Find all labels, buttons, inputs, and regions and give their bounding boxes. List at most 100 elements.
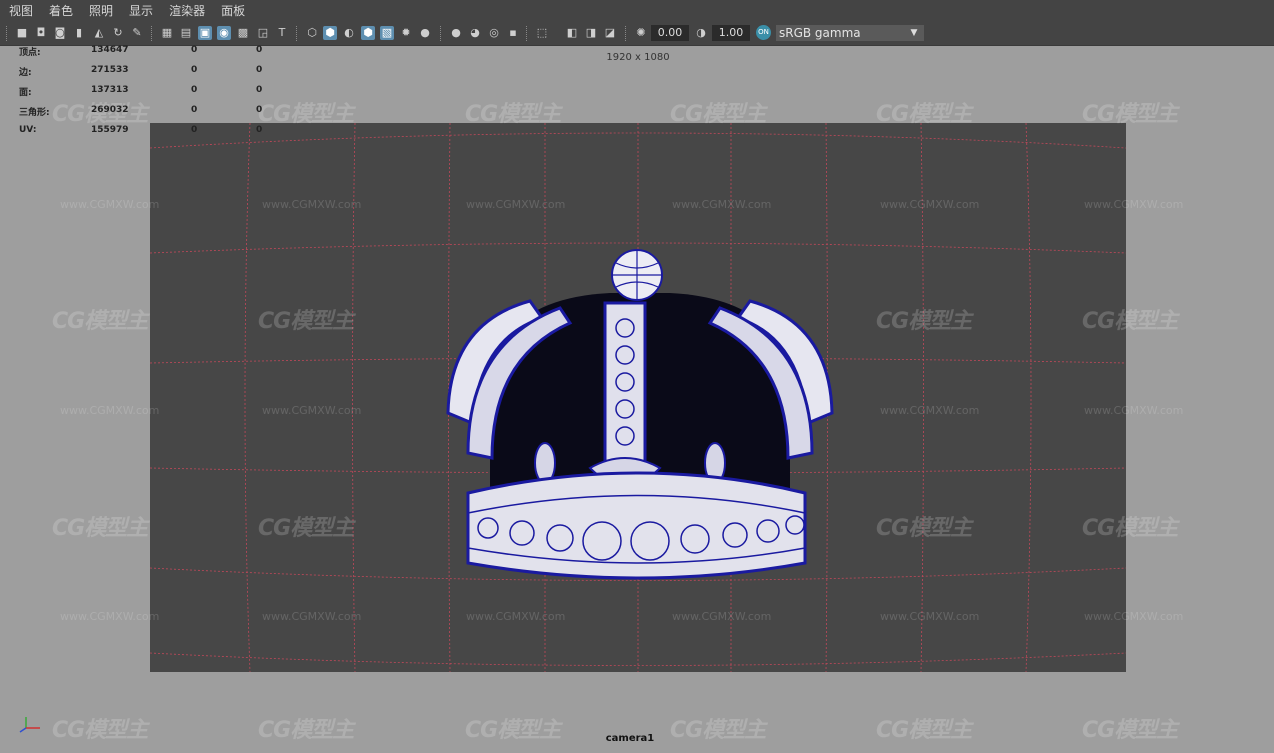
hud-value: 0	[256, 105, 263, 115]
lights-icon[interactable]: ✹	[399, 26, 413, 40]
isolate-icon[interactable]: ⬚	[535, 26, 549, 40]
watermark-logo: CG模型主	[52, 309, 148, 334]
watermark-logo: CG模型主	[465, 718, 561, 743]
xray-icon[interactable]: ◧	[565, 26, 579, 40]
watermark-logo: CG模型主	[258, 309, 354, 334]
watermark-url: www.CGMXW.com	[880, 610, 980, 623]
toolbar-separator	[296, 26, 299, 41]
colorspace-icon[interactable]: ON	[756, 25, 771, 40]
toolbar-separator	[526, 26, 529, 41]
watermark-logo: CG模型主	[258, 718, 354, 743]
depth-of-field-icon[interactable]: ▪	[506, 26, 520, 40]
hud-label-faces: 面:	[19, 88, 32, 98]
gate-mask-icon[interactable]: ◉	[217, 26, 231, 40]
hud-value: 0	[256, 45, 263, 55]
chevron-down-icon[interactable]: ▼	[904, 25, 924, 41]
2d-pan-zoom-icon[interactable]: ↻	[111, 26, 125, 40]
gamma-field[interactable]: 1.00	[712, 25, 750, 41]
watermark-logo: CG模型主	[465, 102, 561, 127]
watermark-url: www.CGMXW.com	[262, 610, 362, 623]
colorspace-dropdown[interactable]: sRGB gamma	[776, 25, 905, 41]
menu-show[interactable]: 显示	[120, 0, 160, 22]
camera-attributes-icon[interactable]: ◘	[34, 26, 48, 40]
wireframe-icon[interactable]: ⬡	[305, 26, 319, 40]
film-gate-icon[interactable]: ▤	[179, 26, 193, 40]
xray-joints-icon[interactable]: ◨	[584, 26, 598, 40]
menu-renderer[interactable]: 渲染器	[160, 0, 212, 22]
menu-shading[interactable]: 着色	[40, 0, 80, 22]
textured-icon[interactable]: ▧	[380, 26, 394, 40]
watermark-url: www.CGMXW.com	[262, 404, 362, 417]
hud-value: 0	[256, 85, 263, 95]
screen-space-ao-icon[interactable]: ●	[449, 26, 463, 40]
toolbar-separator	[625, 26, 628, 41]
crown-model[interactable]	[446, 249, 834, 580]
grid-icon[interactable]: ▦	[160, 26, 174, 40]
watermark-logo: CG模型主	[52, 718, 148, 743]
bookmark-icon[interactable]: ▮	[72, 26, 86, 40]
watermark-logo: CG模型主	[876, 102, 972, 127]
hud-value: 0	[191, 105, 198, 115]
exposure-icon[interactable]: ✺	[634, 26, 648, 40]
hud-value: 137313	[91, 85, 129, 95]
exposure-field[interactable]: 0.00	[651, 25, 689, 41]
watermark-logo: CG模型主	[876, 309, 972, 334]
watermark-url: www.CGMXW.com	[60, 198, 160, 211]
watermark-url: www.CGMXW.com	[60, 404, 160, 417]
motion-blur-icon[interactable]: ◕	[468, 26, 482, 40]
watermark-url: www.CGMXW.com	[1084, 610, 1184, 623]
watermark-logo: CG模型主	[876, 516, 972, 541]
menu-panels[interactable]: 面板	[212, 0, 252, 22]
anti-aliasing-icon[interactable]: ◎	[487, 26, 501, 40]
wireframe-on-shaded-icon[interactable]: ⬢	[361, 26, 375, 40]
watermark-logo: CG模型主	[258, 102, 354, 127]
hud-label-uv: UV:	[19, 125, 37, 135]
watermark-url: www.CGMXW.com	[60, 610, 160, 623]
watermark-logo: CG模型主	[1082, 516, 1178, 541]
menu-view[interactable]: 视图	[0, 0, 40, 22]
watermark-url: www.CGMXW.com	[672, 198, 772, 211]
hud-value: 155979	[91, 125, 129, 135]
hud-value: 134647	[91, 45, 129, 55]
toolbar-separator	[151, 26, 154, 41]
panel-toolbar: ■ ◘ ◙ ▮ ◭ ↻ ✎ ▦ ▤ ▣ ◉ ▩ ◲ T ⬡ ⬢ ◐ ⬢ ▧ ✹ …	[0, 22, 1274, 46]
watermark-url: www.CGMXW.com	[880, 198, 980, 211]
shadows-icon[interactable]: ●	[418, 26, 432, 40]
image-plane-icon[interactable]: ◭	[92, 26, 106, 40]
xray-components-icon[interactable]: ◪	[603, 26, 617, 40]
watermark-logo: CG模型主	[1082, 102, 1178, 127]
bookmark-camera-icon[interactable]: ◙	[53, 26, 67, 40]
hud-label-vertices: 顶点:	[19, 48, 41, 58]
hud-value: 0	[256, 65, 263, 75]
watermark-logo: CG模型主	[52, 516, 148, 541]
grease-pencil-icon[interactable]: ✎	[130, 26, 144, 40]
watermark-logo: CG模型主	[670, 718, 766, 743]
menu-lighting[interactable]: 照明	[80, 0, 120, 22]
camera-icon[interactable]: ■	[15, 26, 29, 40]
view-axis-icon	[19, 717, 40, 733]
toolbar-separator	[6, 26, 9, 41]
default-material-icon[interactable]: ◐	[342, 26, 356, 40]
watermark-logo: CG模型主	[258, 516, 354, 541]
watermark-logo: CG模型主	[1082, 718, 1178, 743]
watermark-url: www.CGMXW.com	[466, 198, 566, 211]
hud-value: 0	[191, 65, 198, 75]
watermark-url: www.CGMXW.com	[1084, 404, 1184, 417]
hud-value: 0	[191, 85, 198, 95]
resolution-gate-icon[interactable]: ▣	[198, 26, 212, 40]
watermark-url: www.CGMXW.com	[672, 610, 772, 623]
resolution-gate-label: 1920 x 1080	[606, 52, 670, 63]
watermark-logo: CG模型主	[1082, 309, 1178, 334]
hud-label-triangles: 三角形:	[19, 108, 50, 118]
hud-value: 0	[256, 125, 263, 135]
gamma-icon[interactable]: ◑	[694, 26, 708, 40]
safe-action-icon[interactable]: ◲	[256, 26, 270, 40]
smooth-shade-icon[interactable]: ⬢	[323, 26, 337, 40]
safe-title-icon[interactable]: T	[275, 26, 289, 40]
field-chart-icon[interactable]: ▩	[236, 26, 250, 40]
watermark-url: www.CGMXW.com	[880, 404, 980, 417]
watermark-url: www.CGMXW.com	[262, 198, 362, 211]
camera-name: camera1	[605, 733, 655, 744]
hud-label-edges: 边:	[19, 68, 32, 78]
toolbar-separator	[440, 26, 443, 41]
